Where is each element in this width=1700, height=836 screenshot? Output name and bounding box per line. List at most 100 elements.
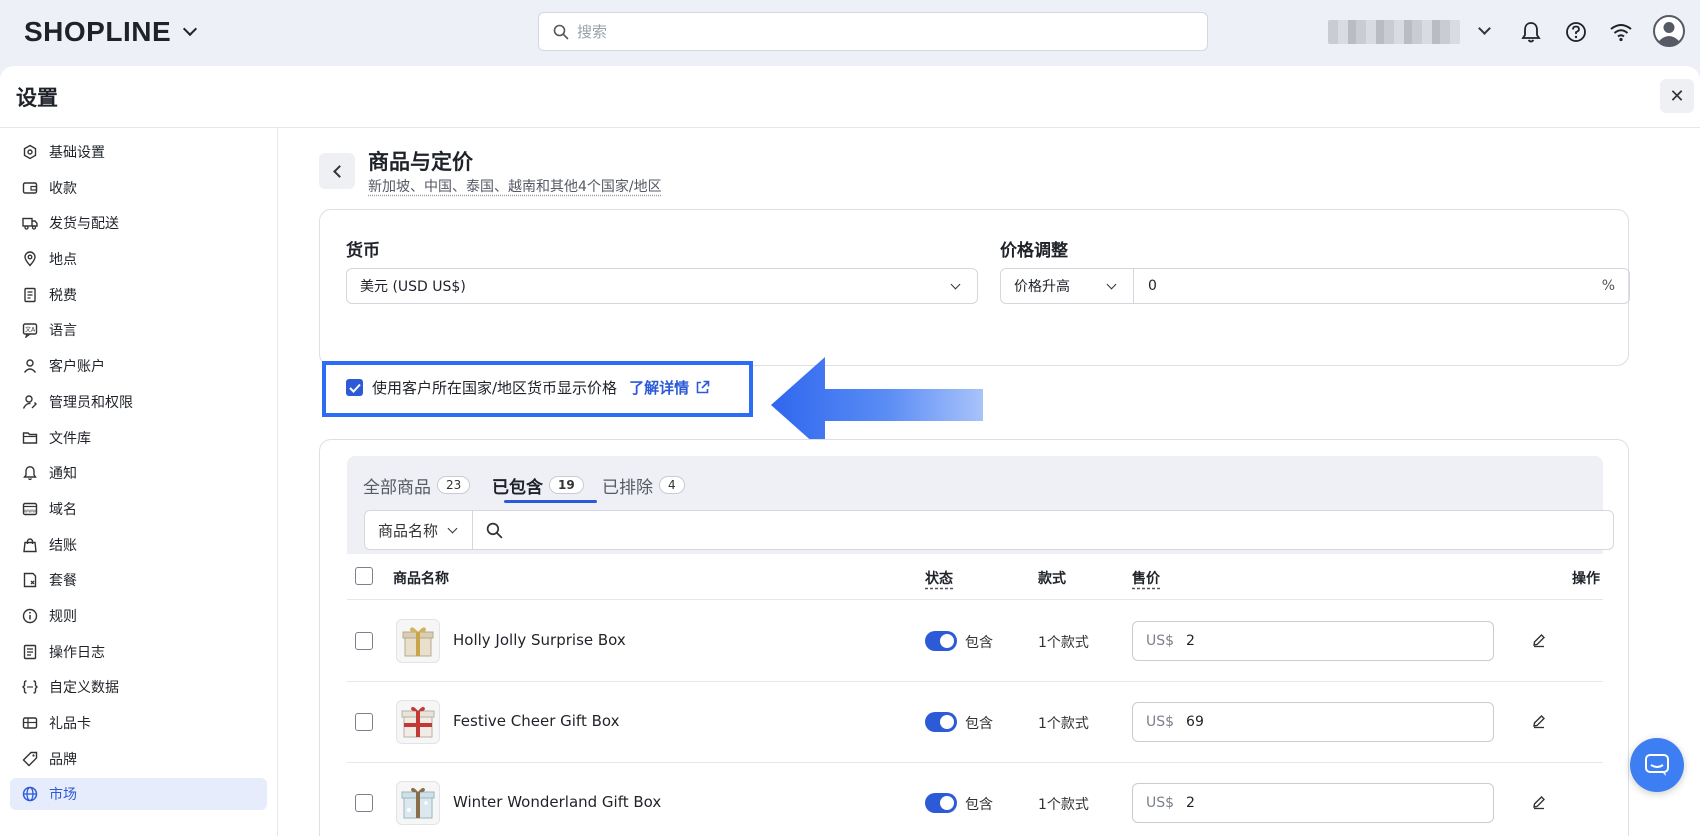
- price-value: 2: [1186, 795, 1195, 811]
- filter-field-select[interactable]: 商品名称: [365, 511, 473, 549]
- settings-sidebar: 基础设置收款发货与配送地点税费文A 语言客户账户管理员和权限文件库 通知 www 域名结…: [0, 128, 278, 836]
- header-actions: 操作: [1572, 571, 1600, 587]
- sidebar-item-label: 地点: [49, 252, 77, 269]
- select-all-checkbox[interactable]: [355, 567, 373, 585]
- sidebar-item-label: 结账: [49, 537, 77, 554]
- tab-excluded[interactable]: 已排除 4: [602, 472, 685, 498]
- product-name[interactable]: Winter Wonderland Gift Box: [453, 793, 661, 811]
- local-currency-checkbox-label: 使用客户所在国家/地区货币显示价格: [372, 379, 618, 397]
- account-chevron-down-icon[interactable]: [1478, 22, 1491, 35]
- price-adjustment-value: 0: [1148, 278, 1157, 294]
- sidebar-item-7[interactable]: 管理员和权限: [10, 386, 267, 418]
- tab-all-products[interactable]: 全部商品 23: [363, 472, 471, 498]
- close-button[interactable]: ✕: [1660, 79, 1694, 113]
- price-input[interactable]: US$ 2: [1132, 783, 1494, 823]
- store-switch-chevron-icon[interactable]: [183, 21, 198, 37]
- plan-icon: [22, 572, 38, 588]
- search-icon: [553, 24, 569, 39]
- sidebar-item-4[interactable]: 税费: [10, 279, 267, 311]
- sidebar-item-6[interactable]: 客户账户: [10, 350, 267, 382]
- sidebar-item-label: 税费: [49, 287, 77, 304]
- svg-text:文A: 文A: [25, 326, 36, 334]
- tab-label: 全部商品: [363, 477, 431, 498]
- local-currency-checkbox[interactable]: [346, 379, 363, 396]
- variant-count: 1个款式: [1038, 797, 1089, 813]
- product-search-input[interactable]: [473, 511, 1613, 549]
- edit-icon[interactable]: [1531, 713, 1547, 729]
- product-name[interactable]: Holly Jolly Surprise Box: [453, 631, 626, 649]
- sidebar-item-0[interactable]: 基础设置: [10, 136, 267, 168]
- include-toggle[interactable]: [925, 712, 957, 732]
- price-adjustment-label: 价格调整: [1000, 241, 1068, 261]
- page-title: 商品与定价: [368, 150, 473, 174]
- edit-icon[interactable]: [1531, 632, 1547, 648]
- sidebar-item-12[interactable]: 套餐: [10, 564, 267, 596]
- global-search-input[interactable]: 搜索: [538, 12, 1208, 51]
- back-button[interactable]: [319, 153, 355, 189]
- sidebar-item-1[interactable]: 收款: [10, 172, 267, 204]
- header-name: 商品名称: [393, 571, 449, 587]
- sidebar-item-10[interactable]: www 域名: [10, 493, 267, 525]
- sidebar-item-18[interactable]: 市场: [10, 778, 267, 811]
- learn-more-text: 了解详情: [629, 379, 690, 397]
- sidebar-item-label: 管理员和权限: [49, 394, 133, 411]
- sidebar-item-label: 发货与配送: [49, 216, 119, 233]
- price-adjustment-input[interactable]: 0 %: [1134, 269, 1629, 303]
- log-icon: [22, 644, 38, 660]
- row-checkbox[interactable]: [355, 713, 373, 731]
- price-input[interactable]: US$ 69: [1132, 702, 1494, 742]
- row-checkbox[interactable]: [355, 632, 373, 650]
- market-regions-subtitle[interactable]: 新加坡、中国、泰国、越南和其他4个国家/地区: [368, 176, 662, 196]
- avatar[interactable]: [1652, 14, 1686, 48]
- giftcard-icon: [22, 715, 38, 731]
- bell-icon[interactable]: [1517, 18, 1545, 46]
- price-value: 2: [1186, 633, 1195, 649]
- status-text: 包含: [965, 797, 993, 813]
- sidebar-item-14[interactable]: 操作日志: [10, 636, 267, 668]
- sidebar-item-9[interactable]: 通知: [10, 457, 267, 489]
- wifi-icon[interactable]: [1607, 18, 1635, 46]
- tab-count-badge: 19: [549, 476, 584, 494]
- sidebar-item-8[interactable]: 文件库: [10, 422, 267, 454]
- product-name[interactable]: Festive Cheer Gift Box: [453, 712, 620, 730]
- price-adjustment-mode-select[interactable]: 价格升高: [1001, 269, 1134, 303]
- sidebar-item-3[interactable]: 地点: [10, 243, 267, 275]
- main-content: 商品与定价 新加坡、中国、泰国、越南和其他4个国家/地区 货币 美元 (USD …: [279, 128, 1700, 836]
- sidebar-item-17[interactable]: 品牌: [10, 743, 267, 775]
- edit-icon[interactable]: [1531, 794, 1547, 810]
- row-checkbox[interactable]: [355, 794, 373, 812]
- header-price[interactable]: 售价: [1132, 568, 1160, 588]
- account-name-blurred[interactable]: [1328, 20, 1460, 44]
- include-toggle[interactable]: [925, 631, 957, 651]
- chat-support-button[interactable]: [1630, 738, 1684, 792]
- help-icon[interactable]: [1562, 18, 1590, 46]
- currency-select[interactable]: 美元 (USD US$): [346, 268, 978, 304]
- panel-header: 设置 ✕: [0, 66, 1700, 128]
- price-input[interactable]: US$ 2: [1132, 621, 1494, 661]
- sidebar-item-15[interactable]: 自定义数据: [10, 671, 267, 703]
- sidebar-item-label: 市场: [49, 787, 77, 804]
- include-toggle[interactable]: [925, 793, 957, 813]
- sidebar-item-13[interactable]: 规则: [10, 600, 267, 632]
- shopline-logo[interactable]: SHOPLINE: [24, 16, 198, 48]
- sidebar-item-label: 礼品卡: [49, 716, 91, 732]
- folder-icon: [22, 430, 38, 446]
- table-row: Holly Jolly Surprise Box 包含 1个款式 US$ 2: [347, 601, 1603, 682]
- info-icon: [22, 608, 38, 624]
- sidebar-item-11[interactable]: 结账: [10, 529, 267, 561]
- status-text: 包含: [965, 716, 993, 732]
- sidebar-item-16[interactable]: 礼品卡: [10, 707, 267, 739]
- tab-included[interactable]: 已包含 19: [492, 472, 584, 498]
- top-bar: SHOPLINE 搜索: [0, 0, 1700, 64]
- sidebar-item-label: 套餐: [49, 573, 77, 590]
- learn-more-link[interactable]: 了解详情: [629, 377, 710, 398]
- products-card: 全部商品 23 已包含 19 已排除 4 商品名称 商品名称 状态 款式 售价 …: [319, 439, 1629, 836]
- header-status[interactable]: 状态: [925, 568, 953, 588]
- sidebar-item-label: 自定义数据: [49, 680, 119, 697]
- tab-count-badge: 4: [659, 476, 685, 494]
- domain-icon: www: [22, 501, 38, 517]
- sidebar-item-5[interactable]: 文A 语言: [10, 314, 267, 346]
- highlight-annotation-box: 使用客户所在国家/地区货币显示价格 了解详情: [322, 361, 753, 417]
- sidebar-item-2[interactable]: 发货与配送: [10, 207, 267, 239]
- sidebar-item-label: 品牌: [49, 751, 77, 768]
